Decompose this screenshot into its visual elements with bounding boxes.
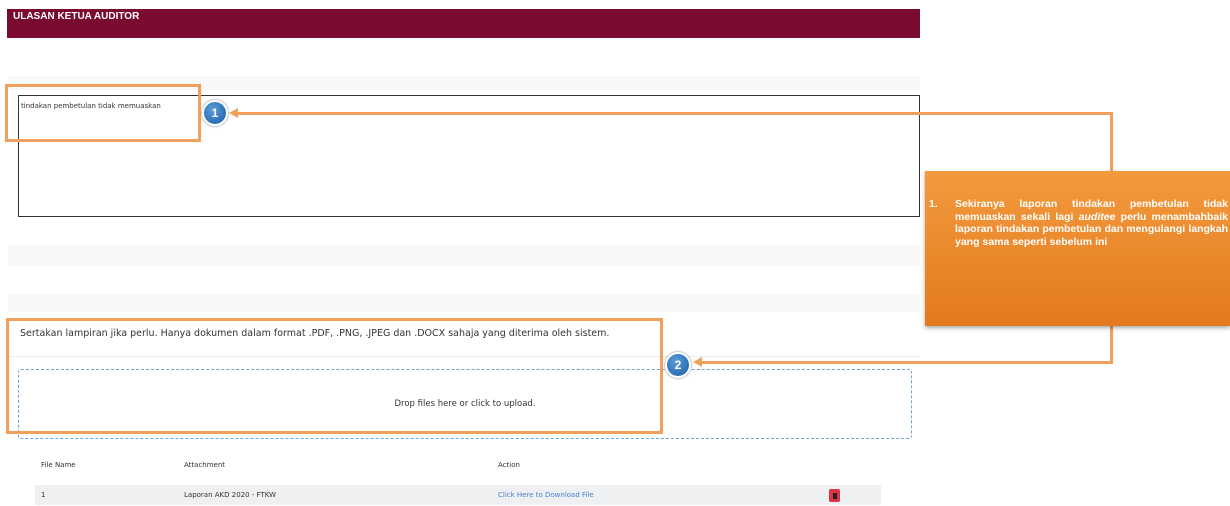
delete-button[interactable] (829, 489, 840, 502)
callout-line-2 (700, 361, 1113, 364)
table-row-background (35, 485, 881, 505)
spacer-band (8, 294, 920, 312)
section-title: ULASAN KETUA AUDITOR (13, 11, 140, 22)
download-file-link[interactable]: Click Here to Download File (498, 491, 594, 499)
arrowhead-1 (229, 108, 238, 118)
spacer-band (8, 245, 920, 266)
arrowhead-2 (693, 357, 702, 367)
callout-line-vertical-top (1110, 112, 1113, 172)
callout-note: 1. Sekiranya laporan tindakan pembetulan… (925, 171, 1230, 326)
step-marker-2: 2 (665, 352, 691, 378)
step-marker-1: 1 (202, 100, 228, 126)
column-header-attachment: Attachment (184, 461, 226, 469)
cell-attachment: Laporan AKD 2020 - FTKW (184, 491, 276, 499)
section-header: ULASAN KETUA AUDITOR (7, 9, 920, 38)
column-header-action: Action (498, 461, 520, 469)
callout-line-vertical-bottom (1110, 326, 1113, 364)
trash-icon (832, 492, 837, 499)
highlight-box-2 (6, 318, 663, 434)
cell-file-name: 1 (41, 491, 46, 499)
column-header-file-name: File Name (41, 461, 76, 469)
highlight-box-1 (5, 84, 201, 142)
callout-number: 1. (929, 198, 938, 210)
callout-text: Sekiranya laporan tindakan pembetulan ti… (955, 198, 1228, 248)
callout-text-italic: auditee (1078, 210, 1116, 223)
callout-line-1 (236, 112, 1113, 115)
